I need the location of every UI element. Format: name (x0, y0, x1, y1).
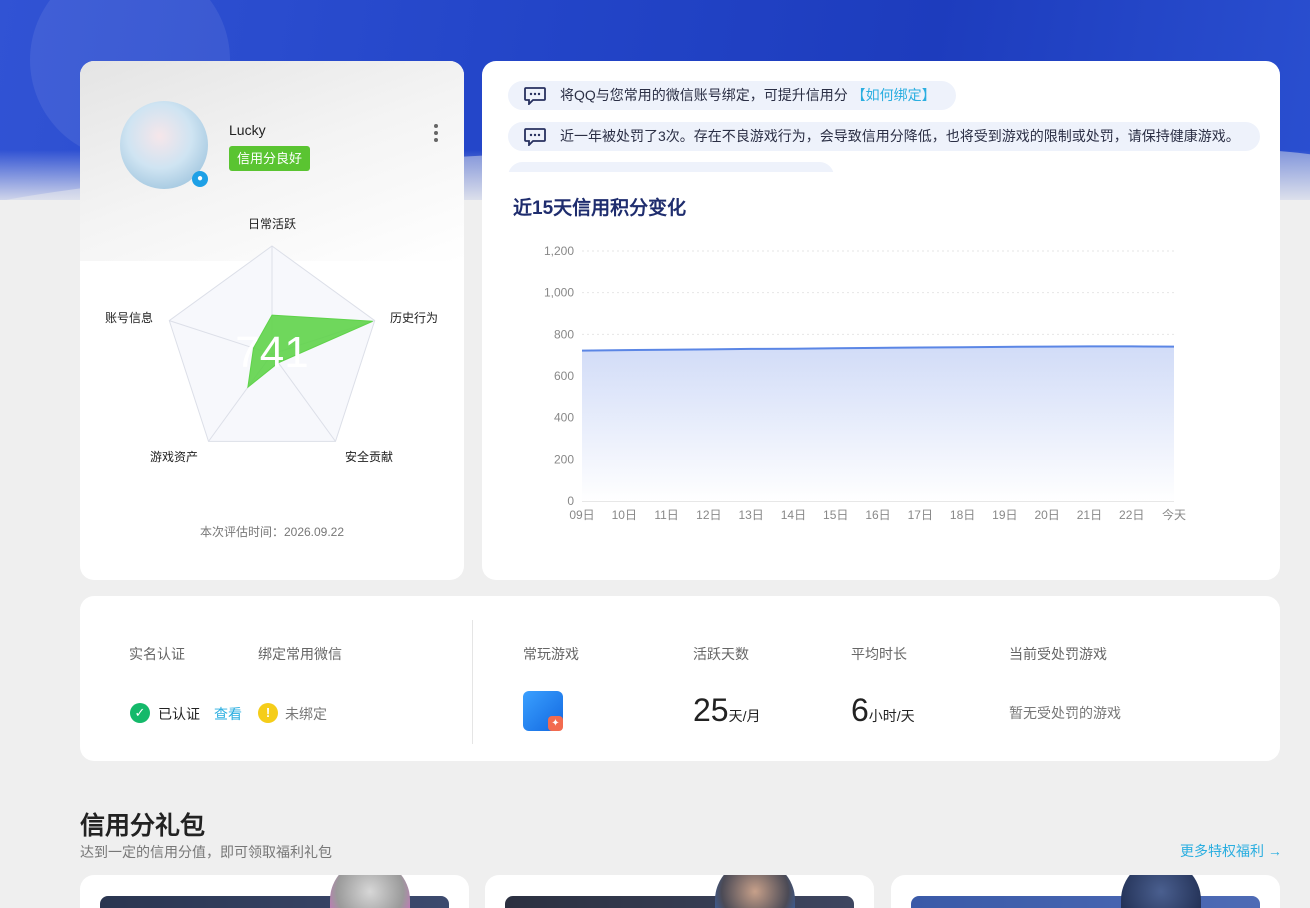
notice-penalty[interactable]: 近一年被处罚了3次。存在不良游戏行为，会导致信用分降低，也将受到游戏的限制或处罚… (508, 122, 1260, 151)
account-stats-card: 实名认证 绑定常用微信 ✓ 已认证 查看 ! 未绑定 常玩游戏 活跃天数 平均时… (80, 596, 1280, 761)
verified-status: 已认证 (158, 706, 200, 722)
y-tick-label: 200 (554, 452, 574, 466)
radar-label-account: 账号信息 (105, 311, 154, 325)
star-icon: ✦ (548, 716, 563, 731)
active-days-label: 活跃天数 (693, 646, 749, 662)
avg-time-stat: 6小时/天 (851, 692, 915, 729)
x-tick-label: 11日 (654, 508, 678, 522)
y-tick-label: 1,200 (544, 244, 574, 258)
avg-time-label: 平均时长 (851, 646, 907, 662)
gift-character-image (330, 875, 410, 908)
game-app-icon[interactable]: ✦ (523, 691, 563, 731)
x-tick-label: 10日 (612, 508, 637, 522)
more-privileges-link[interactable]: 更多特权福利 → (1180, 841, 1282, 861)
x-tick-label: 19日 (992, 508, 1017, 522)
active-days-unit: 天/月 (728, 708, 761, 724)
chart-title: 近15天信用积分变化 (513, 198, 687, 219)
notice-bind-wechat[interactable]: 将QQ与您常用的微信账号绑定，可提升信用分 【如何绑定】 (508, 81, 956, 110)
gift-banner (505, 896, 854, 908)
avg-time-value: 6 (851, 692, 869, 728)
avg-time-unit: 小时/天 (868, 708, 915, 724)
warning-icon: ! (258, 703, 278, 723)
wechat-label: 绑定常用微信 (258, 646, 342, 662)
gift-card-1[interactable] (80, 875, 469, 908)
y-tick-label: 400 (554, 411, 574, 425)
how-to-bind-link[interactable]: 【如何绑定】 (852, 87, 936, 103)
view-verification-link[interactable]: 查看 (214, 704, 242, 724)
credit-radar-chart: 741 (168, 245, 376, 442)
notice-overflow (482, 162, 1280, 172)
evaluation-time: 本次评估时间：2026.09.22 (199, 525, 345, 539)
y-tick-label: 800 (554, 327, 574, 341)
divider (472, 620, 473, 744)
gift-section-subtitle: 达到一定的信用分值，即可领取福利礼包 (80, 844, 332, 860)
wechat-unbound-status[interactable]: 未绑定 (285, 704, 327, 724)
x-tick-label: 21日 (1077, 508, 1102, 522)
profile-card: ● Lucky 信用分良好 741 日常活跃 历史行为 安全贡献 游戏资产 账号… (80, 61, 464, 580)
message-icon (524, 128, 546, 146)
credit-score: 741 (235, 328, 308, 377)
gift-character-image (715, 875, 795, 908)
y-tick-label: 0 (567, 494, 574, 508)
x-tick-label: 今天 (1162, 507, 1186, 522)
y-tick-label: 1,000 (544, 286, 574, 300)
check-icon: ✓ (130, 703, 150, 723)
x-tick-label: 15日 (823, 508, 848, 522)
x-tick-label: 17日 (908, 508, 933, 522)
active-days-value: 25 (693, 692, 729, 728)
gift-banner (911, 896, 1260, 908)
notice-text: 将QQ与您常用的微信账号绑定，可提升信用分 (560, 87, 848, 103)
gift-character-image (1121, 875, 1201, 908)
gift-card-2[interactable] (485, 875, 874, 908)
credit-status-badge: 信用分良好 (229, 146, 311, 171)
x-tick-label: 18日 (950, 508, 975, 522)
x-tick-label: 14日 (781, 508, 806, 522)
realname-label: 实名认证 (129, 646, 185, 662)
notice-text: 近一年被处罚了3次。存在不良游戏行为，会导致信用分降低，也将受到游戏的限制或处罚… (560, 128, 1240, 144)
penalty-value: 暂无受处罚的游戏 (1009, 705, 1121, 721)
x-tick-label: 20日 (1034, 508, 1059, 522)
x-tick-label: 12日 (696, 508, 721, 522)
x-tick-label: 16日 (865, 508, 890, 522)
qq-penguin-icon: ● (192, 171, 208, 187)
radar-label-daily-active: 日常活跃 (248, 217, 297, 231)
message-icon (524, 87, 546, 105)
credit-trend-card: 将QQ与您常用的微信账号绑定，可提升信用分 【如何绑定】 近一年被处罚了3次。存… (482, 61, 1280, 580)
gift-card-3[interactable] (891, 875, 1280, 908)
trend-area (582, 346, 1174, 501)
x-tick-label: 09日 (569, 508, 594, 522)
username: Lucky (229, 122, 266, 138)
radar-label-assets: 游戏资产 (150, 450, 199, 464)
radar-label-history: 历史行为 (390, 311, 439, 325)
y-tick-label: 600 (554, 369, 574, 383)
common-games-label: 常玩游戏 (523, 646, 579, 662)
more-options-icon[interactable] (430, 122, 442, 144)
x-tick-label: 22日 (1119, 508, 1144, 522)
active-days-stat: 25天/月 (693, 692, 760, 729)
penalty-label: 当前受处罚游戏 (1009, 646, 1107, 662)
x-tick-label: 13日 (738, 508, 763, 522)
credit-trend-chart: 0 200 400 600 800 1,000 1,200 09日 10日 11日 12日 13日 1… (544, 244, 1186, 522)
radar-label-security: 安全贡献 (345, 450, 394, 464)
gift-section-title: 信用分礼包 (80, 812, 206, 840)
